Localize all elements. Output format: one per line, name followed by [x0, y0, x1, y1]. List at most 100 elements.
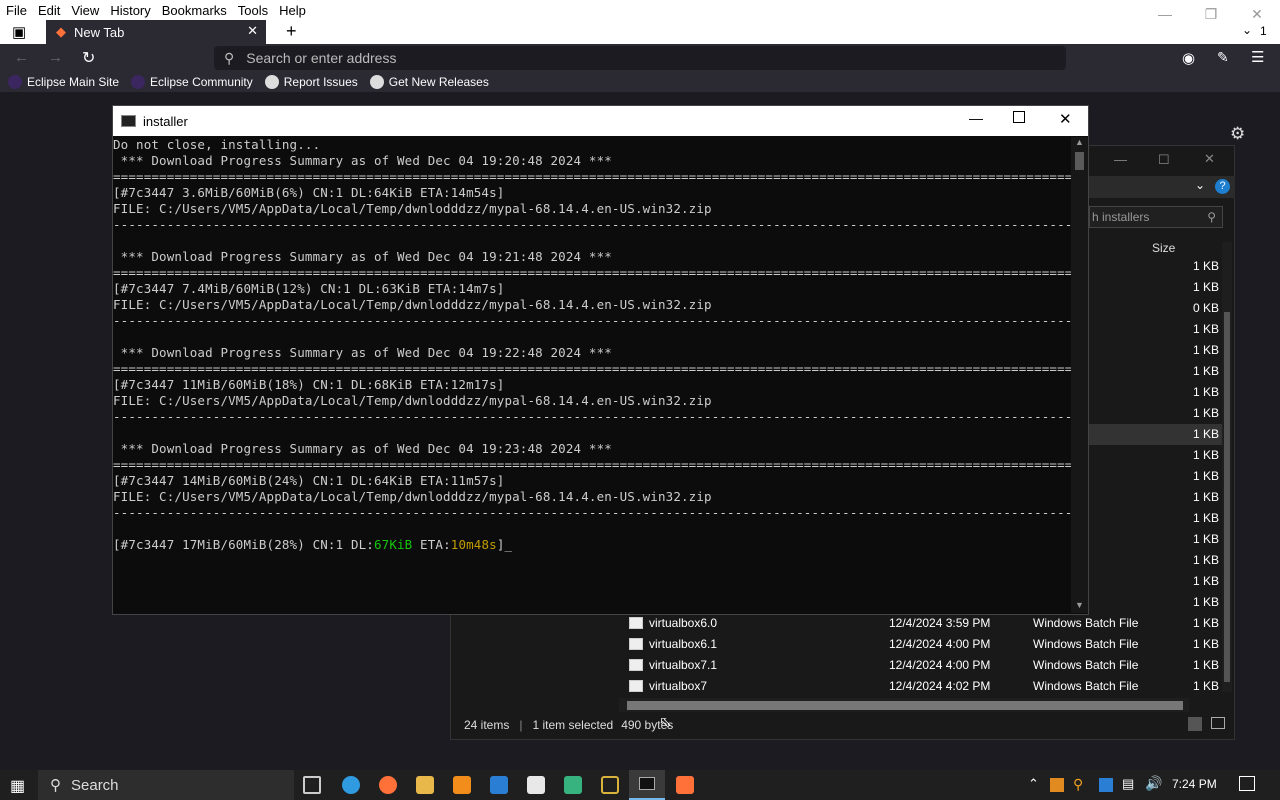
- console-window[interactable]: installer — ✕ Do not close, installing..…: [112, 105, 1089, 615]
- explorer-search-box[interactable]: h installers ⚲: [1089, 206, 1223, 228]
- tray-search-icon[interactable]: ⚲: [1073, 776, 1083, 793]
- tab-bar: ▣ ◆ New Tab ✕ + ⌄ 1: [0, 20, 1280, 44]
- app-window-icon[interactable]: [601, 776, 619, 794]
- table-row[interactable]: virtualbox7.1 12/4/2024 4:00 PM Windows Ba…: [451, 655, 1231, 676]
- console-titlebar[interactable]: installer — ✕: [113, 106, 1088, 136]
- scroll-down-icon[interactable]: ▼: [1075, 600, 1084, 610]
- menu-help[interactable]: Help: [273, 3, 311, 18]
- file-size: 1 KB: [1193, 658, 1220, 672]
- eclipse-icon: [131, 75, 146, 89]
- console-line: ----------------------------------------…: [113, 505, 1073, 520]
- explorer-ribbon-strip: ⌄ ?: [1089, 176, 1235, 198]
- reload-icon[interactable]: ↻: [82, 48, 95, 68]
- file-size: 1 KB: [1193, 406, 1220, 420]
- address-bar[interactable]: ⚲ Search or enter address: [214, 46, 1066, 70]
- app-icon[interactable]: [564, 776, 582, 794]
- file-size: 0 KB: [1193, 301, 1220, 315]
- console-line: ----------------------------------------…: [113, 217, 1073, 232]
- ribbon-expand-icon[interactable]: ⌄: [1195, 178, 1205, 192]
- mypal-icon[interactable]: [676, 776, 694, 794]
- menu-view[interactable]: View: [65, 3, 104, 18]
- tab-new-tab[interactable]: ◆ New Tab ✕: [46, 20, 266, 44]
- tab-close-icon[interactable]: ✕: [247, 23, 258, 39]
- console-line: *** Download Progress Summary as of Wed …: [113, 345, 612, 360]
- menu-history[interactable]: History: [104, 3, 155, 18]
- tab-overflow-icon[interactable]: ⌄: [1242, 23, 1252, 37]
- tiles-view-icon[interactable]: [1211, 717, 1225, 729]
- bookmark-item[interactable]: Report Issues: [264, 75, 358, 89]
- console-taskbar-button[interactable]: [629, 770, 665, 800]
- menu-edit[interactable]: Edit: [32, 3, 65, 18]
- size-column-header[interactable]: Size: [1152, 241, 1175, 255]
- notepad-icon[interactable]: [527, 776, 545, 794]
- file-date: 12/4/2024 3:59 PM: [889, 616, 991, 630]
- console-line: [#7c3447 11MiB/60MiB(18%) CN:1 DL:68KiB …: [113, 377, 505, 392]
- mouse-cursor-icon: ⬁: [659, 714, 672, 731]
- eclipse-icon: [8, 75, 22, 89]
- account-icon[interactable]: ◉: [1182, 49, 1195, 67]
- scroll-up-icon[interactable]: ▲: [1075, 137, 1084, 147]
- horizontal-scroll-thumb[interactable]: [627, 701, 1183, 710]
- console-line: FILE: C:/Users/VM5/AppData/Local/Temp/dw…: [113, 201, 712, 216]
- console-line: ========================================…: [113, 457, 1073, 472]
- console-minimize-icon[interactable]: —: [969, 110, 983, 126]
- tray-overflow-icon[interactable]: ⌃: [1028, 776, 1039, 792]
- app-menu-icon[interactable]: ☰: [1251, 48, 1264, 66]
- console-close-icon[interactable]: ✕: [1059, 110, 1072, 128]
- horizontal-scrollbar[interactable]: [619, 698, 1189, 712]
- vertical-scrollbar[interactable]: [1222, 242, 1232, 692]
- file-type: Windows Batch File: [1033, 679, 1139, 693]
- settings-gear-icon[interactable]: ⚙: [1230, 124, 1245, 144]
- menu-tools[interactable]: Tools: [232, 3, 273, 18]
- windows-start-icon[interactable]: ▦: [10, 776, 25, 796]
- clock[interactable]: 7:24 PM: [1172, 777, 1217, 791]
- tray-app-icon[interactable]: [1050, 778, 1064, 792]
- bookmark-item[interactable]: Get New Releases: [369, 75, 489, 89]
- file-explorer-icon[interactable]: [416, 776, 434, 794]
- progress-prefix: [#7c3447 17MiB/60MiB(28%) CN:1 DL:: [113, 537, 374, 552]
- tray-update-icon[interactable]: [1099, 778, 1113, 792]
- network-icon[interactable]: ▤: [1122, 776, 1134, 792]
- tab-count-badge: 1: [1260, 24, 1267, 38]
- firefox-taskbar-icon[interactable]: [379, 776, 397, 794]
- notifications-icon[interactable]: [1239, 776, 1255, 791]
- help-icon[interactable]: ?: [1215, 179, 1230, 194]
- console-scroll-thumb[interactable]: [1075, 152, 1084, 170]
- task-view-icon[interactable]: [303, 776, 321, 794]
- console-line: ========================================…: [113, 169, 1073, 184]
- table-row[interactable]: virtualbox7 12/4/2024 4:02 PM Windows Batc…: [451, 676, 1231, 697]
- bookmark-item[interactable]: Eclipse Community: [131, 75, 253, 89]
- taskbar-search[interactable]: ⚲ Search: [38, 770, 294, 800]
- new-tab-icon[interactable]: +: [286, 21, 297, 42]
- explorer-maximize-icon[interactable]: ☐: [1158, 152, 1170, 168]
- console-maximize-icon[interactable]: [1013, 111, 1025, 123]
- extensions-icon[interactable]: ✎: [1217, 49, 1229, 66]
- menu-file[interactable]: File: [0, 3, 32, 18]
- console-line: Do not close, installing...: [113, 137, 321, 152]
- vlc-icon[interactable]: [453, 776, 471, 794]
- console-line: [#7c3447 3.6MiB/60MiB(6%) CN:1 DL:64KiB …: [113, 185, 505, 200]
- file-size: 1 KB: [1193, 322, 1220, 336]
- forward-icon[interactable]: →: [48, 49, 63, 66]
- edge-icon[interactable]: [342, 776, 360, 794]
- tab-list-icon[interactable]: ▣: [12, 23, 26, 41]
- file-date: 12/4/2024 4:02 PM: [889, 679, 991, 693]
- explorer-minimize-icon[interactable]: —: [1114, 152, 1127, 167]
- table-row[interactable]: virtualbox6.0 12/4/2024 3:59 PM Windows Ba…: [451, 613, 1231, 634]
- volume-icon[interactable]: 🔊: [1145, 775, 1162, 792]
- table-row[interactable]: virtualbox6.1 12/4/2024 4:00 PM Windows Ba…: [451, 634, 1231, 655]
- console-scrollbar[interactable]: ▲ ▼: [1071, 137, 1088, 613]
- explorer-close-icon[interactable]: ✕: [1204, 151, 1215, 167]
- bookmark-item[interactable]: Eclipse Main Site: [8, 75, 119, 89]
- back-icon[interactable]: ←: [14, 49, 29, 66]
- vscode-icon[interactable]: [490, 776, 508, 794]
- console-output[interactable]: Do not close, installing... *** Download…: [113, 137, 1073, 613]
- menu-bookmarks[interactable]: Bookmarks: [156, 3, 232, 18]
- taskbar-search-label: Search: [71, 776, 119, 794]
- progress-eta: 10m48s: [450, 537, 497, 552]
- details-view-icon[interactable]: [1188, 717, 1202, 731]
- batch-file-icon: [629, 680, 643, 692]
- vertical-scroll-thumb[interactable]: [1224, 312, 1230, 682]
